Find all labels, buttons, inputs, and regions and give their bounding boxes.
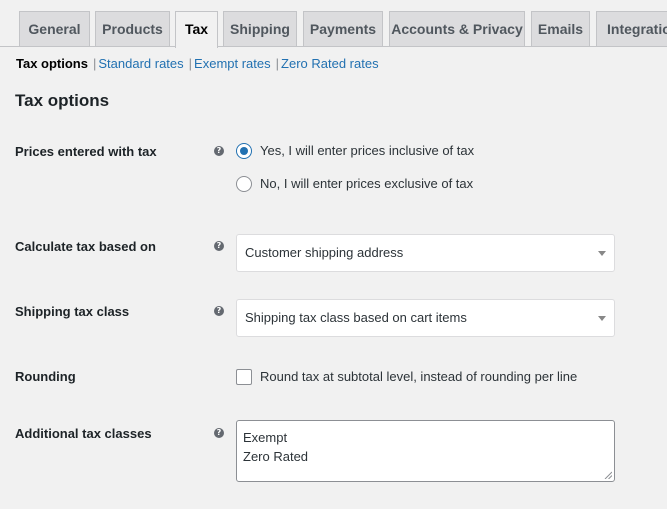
resize-grip-icon[interactable] — [604, 471, 612, 479]
subnav-link-exempt-rates[interactable]: Exempt rates — [194, 56, 271, 71]
rounding-label: Rounding — [15, 369, 76, 384]
tab-tax[interactable]: Tax — [175, 11, 218, 48]
subnav-link-zero-rated-rates[interactable]: Zero Rated rates — [281, 56, 379, 71]
shipping-tax-class-label: Shipping tax class — [15, 304, 130, 319]
settings-tab-bar: General Products Tax Shipping Payments A… — [0, 0, 667, 48]
prices-entered-with-tax-label: Prices entered with tax — [15, 144, 157, 159]
prices-exclusive-radio-option[interactable]: No, I will enter prices exclusive of tax — [236, 176, 473, 192]
subnav-separator: | — [275, 56, 280, 71]
help-icon[interactable]: ? — [214, 306, 224, 316]
subnav-current-tax-options: Tax options — [16, 56, 88, 71]
calculate-tax-based-on-select[interactable]: Customer shipping address — [236, 234, 615, 272]
shipping-tax-class-select[interactable]: Shipping tax class based on cart items — [236, 299, 615, 337]
tax-settings-page: General Products Tax Shipping Payments A… — [0, 0, 667, 509]
caret-down-icon — [598, 251, 606, 256]
prices-exclusive-radio-label: No, I will enter prices exclusive of tax — [260, 176, 474, 191]
tab-general[interactable]: General — [19, 11, 90, 46]
shipping-tax-class-value: Shipping tax class based on cart items — [245, 310, 467, 325]
tax-class-line: Zero Rated — [243, 449, 309, 464]
tab-payments[interactable]: Payments — [303, 11, 383, 46]
help-icon[interactable]: ? — [214, 428, 224, 438]
tab-emails[interactable]: Emails — [531, 11, 590, 46]
tax-subnav: Tax options | Standard rates | Exempt rates |… — [16, 56, 379, 72]
calculate-tax-based-on-value: Customer shipping address — [245, 245, 404, 260]
prices-inclusive-radio-label: Yes, I will enter prices inclusive of ta… — [260, 143, 475, 158]
help-icon[interactable]: ? — [214, 146, 224, 156]
tab-products[interactable]: Products — [95, 11, 170, 46]
additional-tax-classes-label: Additional tax classes — [15, 426, 152, 441]
additional-tax-classes-textarea[interactable]: Exempt Zero Rated — [236, 420, 615, 482]
rounding-checkbox-label: Round tax at subtotal level, instead of … — [260, 369, 578, 384]
radio-checked-icon[interactable] — [236, 143, 252, 159]
section-title: Tax options — [15, 91, 110, 110]
calculate-tax-based-on-label: Calculate tax based on — [15, 239, 156, 254]
help-icon[interactable]: ? — [214, 241, 224, 251]
subnav-separator: | — [188, 56, 193, 71]
tax-class-line: Exempt — [243, 430, 288, 445]
subnav-link-standard-rates[interactable]: Standard rates — [98, 56, 183, 71]
rounding-checkbox-option[interactable]: Round tax at subtotal level, instead of … — [236, 369, 577, 385]
rounding-checkbox[interactable] — [236, 369, 252, 385]
tab-shipping[interactable]: Shipping — [223, 11, 297, 46]
subnav-separator: | — [92, 56, 97, 71]
caret-down-icon — [598, 316, 606, 321]
prices-inclusive-radio-option[interactable]: Yes, I will enter prices inclusive of ta… — [236, 143, 474, 159]
radio-unchecked-icon[interactable] — [236, 176, 252, 192]
tab-accounts-privacy[interactable]: Accounts & Privacy — [389, 11, 525, 46]
tab-integration[interactable]: Integration — [596, 11, 667, 46]
